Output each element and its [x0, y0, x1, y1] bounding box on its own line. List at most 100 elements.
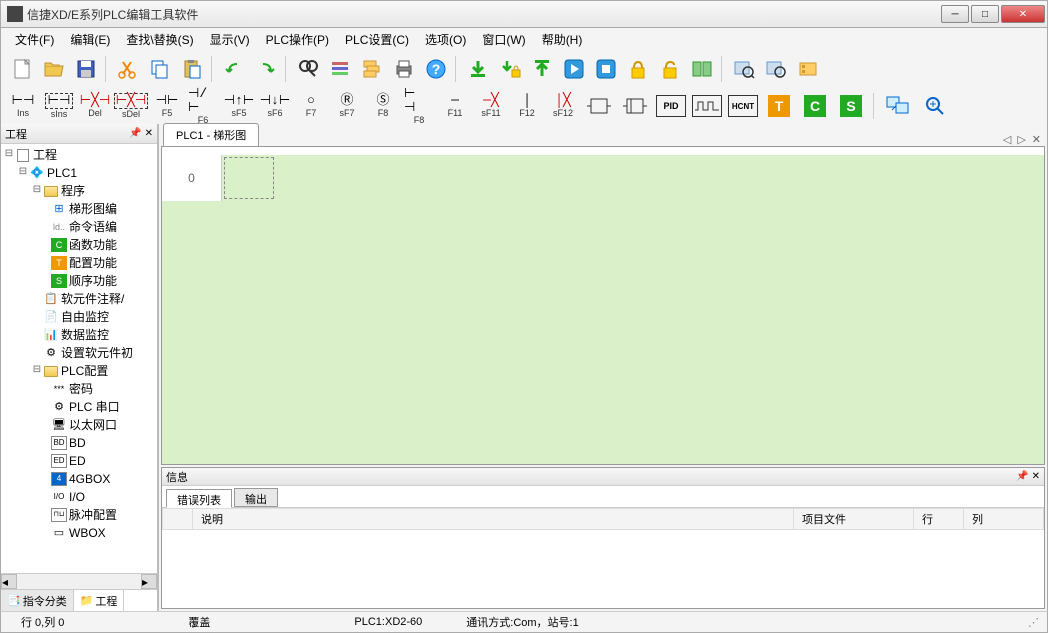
tree-root[interactable]: ⊟工程 [3, 146, 155, 164]
tree-pulse[interactable]: ⊓⊔脉冲配置 [3, 506, 155, 524]
menu-plcset[interactable]: PLC设置(C) [337, 29, 417, 50]
tree-plc1[interactable]: ⊟💠PLC1 [3, 164, 155, 182]
tree-seq[interactable]: S顺序功能 [3, 272, 155, 290]
upload-button[interactable] [527, 54, 557, 84]
tree-program[interactable]: ⊟程序 [3, 182, 155, 200]
cut-button[interactable] [113, 54, 143, 84]
menu-find[interactable]: 查找\替换(S) [118, 29, 201, 50]
ladder-f8[interactable]: ⓈF8 [367, 90, 399, 122]
ladder-hcnt[interactable]: HCNT [727, 90, 759, 122]
ladder-f7[interactable]: ○F7 [295, 90, 327, 122]
tree-io[interactable]: I/OI/O [3, 488, 155, 506]
error-col-desc[interactable]: 说明 [193, 509, 794, 530]
tree-softset[interactable]: ⚙设置软元件初 [3, 344, 155, 362]
help-button[interactable]: ? [421, 54, 451, 84]
ladder-f12[interactable]: │F12 [511, 90, 543, 122]
print-button[interactable] [389, 54, 419, 84]
nav-next-icon[interactable]: ▷ [1015, 133, 1027, 146]
menu-plcop[interactable]: PLC操作(P) [258, 29, 337, 50]
unlock-button[interactable] [655, 54, 685, 84]
ladder-sf6[interactable]: ⊣↓⊢sF6 [259, 90, 291, 122]
paste-button[interactable] [177, 54, 207, 84]
ladder-sf11[interactable]: ─╳sF11 [475, 90, 507, 122]
ladder-t[interactable]: T [763, 90, 795, 122]
tree-instr[interactable]: ld..命令语编 [3, 218, 155, 236]
download-button[interactable] [463, 54, 493, 84]
tree-ethernet[interactable]: 🖥以太网口 [3, 416, 155, 434]
menu-option[interactable]: 选项(O) [417, 29, 474, 50]
error-col-icon[interactable] [163, 509, 193, 530]
stop-button[interactable] [591, 54, 621, 84]
ladder-sf12[interactable]: │╳sF12 [547, 90, 579, 122]
tree-tab-project[interactable]: 📁工程 [74, 590, 125, 611]
pin-icon[interactable]: 📌 ✕ [129, 128, 153, 139]
list-button[interactable] [325, 54, 355, 84]
new-button[interactable] [7, 54, 37, 84]
zoom-in-button[interactable] [729, 54, 759, 84]
tree-tab-instr[interactable]: 📑指令分类 [1, 590, 74, 611]
ladder-editor[interactable]: 0 [161, 146, 1045, 465]
zoom-out-button[interactable] [761, 54, 791, 84]
save-button[interactable] [71, 54, 101, 84]
info-pin-icon[interactable]: 📌 ✕ [1016, 471, 1040, 482]
ladder-f5[interactable]: ⊣⊢F5 [151, 90, 183, 122]
ladder-s[interactable]: S [835, 90, 867, 122]
ladder-rect1[interactable] [583, 90, 615, 122]
nav-prev-icon[interactable]: ◁ [1001, 133, 1013, 146]
ladder-rect2[interactable] [619, 90, 651, 122]
ladder-f11[interactable]: ─F11 [439, 90, 471, 122]
tree-comment[interactable]: 📋软元件注释/ [3, 290, 155, 308]
ladder-row-0[interactable]: 0 [162, 155, 1044, 201]
ladder-window[interactable] [883, 90, 915, 122]
menu-file[interactable]: 文件(F) [7, 29, 62, 50]
ladder-sdel[interactable]: ⊢╳⊣sDel [115, 90, 147, 122]
download-lock-button[interactable] [495, 54, 525, 84]
ladder-del[interactable]: ⊢╳⊣Del [79, 90, 111, 122]
ladder-pid[interactable]: PID [655, 90, 687, 122]
module-button[interactable] [793, 54, 823, 84]
menu-view[interactable]: 显示(V) [202, 29, 258, 50]
compare-button[interactable] [687, 54, 717, 84]
ladder-cursor-cell[interactable] [224, 157, 274, 199]
info-tab-output[interactable]: 输出 [234, 488, 278, 507]
maximize-button[interactable]: □ [971, 5, 999, 23]
tree-plcconfig[interactable]: ⊟PLC配置 [3, 362, 155, 380]
ladder-sins[interactable]: ⊢⊣sIns [43, 90, 75, 122]
run-button[interactable] [559, 54, 589, 84]
menu-help[interactable]: 帮助(H) [534, 29, 591, 50]
tree-freemon[interactable]: 📄自由监控 [3, 308, 155, 326]
tree-datamon[interactable]: 📊数据监控 [3, 326, 155, 344]
ladder-bracket[interactable]: ⊢ ⊣F8 [403, 90, 435, 122]
tree-password[interactable]: ***密码 [3, 380, 155, 398]
error-col-row[interactable]: 行 [914, 509, 964, 530]
minimize-button[interactable]: ─ [941, 5, 969, 23]
open-button[interactable] [39, 54, 69, 84]
menu-window[interactable]: 窗口(W) [474, 29, 533, 50]
error-col-file[interactable]: 项目文件 [794, 509, 914, 530]
ladder-pulse[interactable] [691, 90, 723, 122]
copy-button[interactable] [145, 54, 175, 84]
resize-grip-icon[interactable]: ⋰ [1028, 616, 1039, 629]
undo-button[interactable] [219, 54, 249, 84]
layers-button[interactable] [357, 54, 387, 84]
lock-button[interactable] [623, 54, 653, 84]
tree-gbox[interactable]: 44GBOX [3, 470, 155, 488]
info-tab-errors[interactable]: 错误列表 [166, 489, 232, 508]
ladder-sf5[interactable]: ⊣↑⊢sF5 [223, 90, 255, 122]
ladder-c[interactable]: C [799, 90, 831, 122]
tree-func[interactable]: C函数功能 [3, 236, 155, 254]
tree-bd[interactable]: BDBD [3, 434, 155, 452]
tree-wbox[interactable]: ▭WBOX [3, 524, 155, 542]
menu-edit[interactable]: 编辑(E) [62, 29, 118, 50]
tree-ladder[interactable]: ⊞梯形图编 [3, 200, 155, 218]
tree-hscroll[interactable]: ◂▸ [1, 573, 157, 589]
ladder-ins[interactable]: ⊢⊣Ins [7, 90, 39, 122]
close-button[interactable]: ✕ [1001, 5, 1045, 23]
tree-plcserial[interactable]: ⚙PLC 串口 [3, 398, 155, 416]
editor-tab-plc1[interactable]: PLC1 - 梯形图 [163, 123, 259, 146]
ladder-f6[interactable]: ⊣/⊢F6 [187, 90, 219, 122]
error-col-col[interactable]: 列 [964, 509, 1044, 530]
redo-button[interactable] [251, 54, 281, 84]
find-button[interactable] [293, 54, 323, 84]
tree-config[interactable]: T配置功能 [3, 254, 155, 272]
